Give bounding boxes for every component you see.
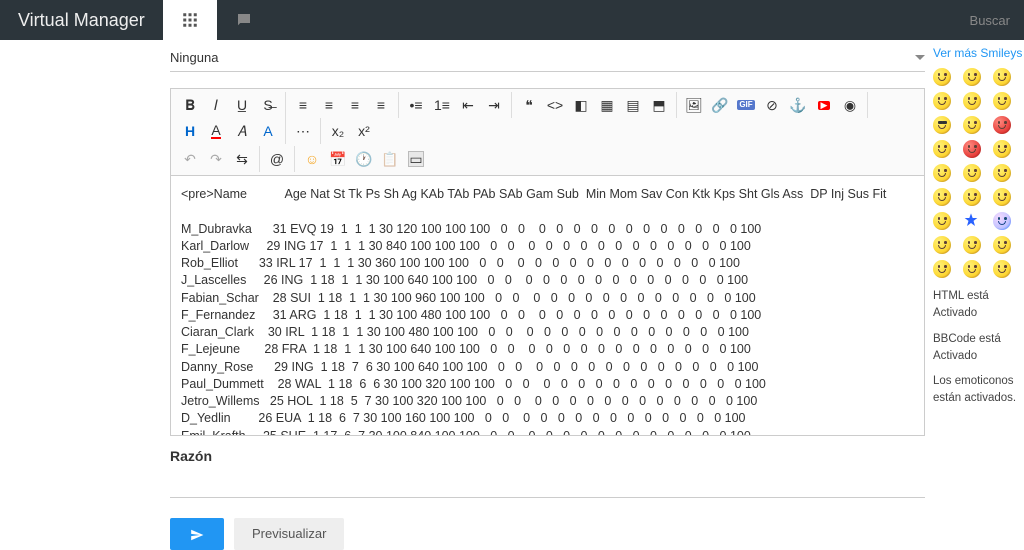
strike-button[interactable]: S̶ xyxy=(256,93,280,117)
preview-button[interactable]: Previsualizar xyxy=(234,518,344,550)
smiley-surprised[interactable] xyxy=(933,92,951,110)
smiley-skull[interactable] xyxy=(933,212,951,230)
smiley-confused[interactable] xyxy=(993,92,1011,110)
date-button[interactable]: 📅 xyxy=(326,147,350,171)
align-right-button[interactable]: ≡ xyxy=(343,93,367,117)
code-button[interactable]: <> xyxy=(543,93,567,117)
emoji-button[interactable]: ☺ xyxy=(300,147,324,171)
align-left-button[interactable]: ≡ xyxy=(291,93,315,117)
heading-button[interactable]: H xyxy=(178,119,202,143)
smiley-bluelaugh[interactable] xyxy=(993,212,1011,230)
smiley-smile[interactable] xyxy=(933,68,951,86)
nav-chat-button[interactable] xyxy=(217,0,271,40)
editor-toolbar: 𝐁𝐼U̲S̶≡≡≡≡•≡1≡⇤⇥❝<>◧▦▤⬒🖼🔗GIF⊘⚓▶◉HA𝐴A⋯x₂x… xyxy=(170,88,925,176)
align-center-button[interactable]: ≡ xyxy=(317,93,341,117)
outdent-button[interactable]: ⇤ xyxy=(456,93,480,117)
category-select-value: Ninguna xyxy=(170,50,218,65)
info-html: HTML está Activado xyxy=(933,288,1024,323)
sup-button[interactable]: x² xyxy=(352,119,376,143)
host-button[interactable]: ⬒ xyxy=(647,93,671,117)
smiley-biggrin[interactable] xyxy=(963,68,981,86)
sub-button[interactable]: x₂ xyxy=(326,119,350,143)
send-icon xyxy=(188,528,206,542)
smiley-green3[interactable] xyxy=(993,236,1011,254)
link-button[interactable]: 🔗 xyxy=(708,93,732,117)
spoiler-button[interactable]: ◧ xyxy=(569,93,593,117)
list-ul-button[interactable]: •≡ xyxy=(404,93,428,117)
paste-button: 📋 xyxy=(378,147,402,171)
smiley-rolleyes[interactable] xyxy=(993,164,1011,182)
align-justify-button[interactable]: ≡ xyxy=(369,93,393,117)
smiley-exclaim[interactable] xyxy=(963,188,981,206)
switchmode-button[interactable]: ⇆ xyxy=(230,147,254,171)
time-button[interactable]: 🕐 xyxy=(352,147,376,171)
reason-input[interactable] xyxy=(170,470,925,498)
smiley-lol[interactable] xyxy=(963,116,981,134)
chevron-down-icon xyxy=(915,55,925,60)
smiley-twisted[interactable] xyxy=(963,164,981,182)
italic-button[interactable]: 𝐼 xyxy=(204,93,228,117)
table-button[interactable]: ▤ xyxy=(621,93,645,117)
fontsize-button[interactable]: 𝐴 xyxy=(230,119,254,143)
underline-button[interactable]: U̲ xyxy=(230,93,254,117)
image-button[interactable]: 🖼 xyxy=(682,93,706,117)
undo-button: ↶ xyxy=(178,147,202,171)
smiley-cry[interactable] xyxy=(993,140,1011,158)
smiley-razz[interactable] xyxy=(933,140,951,158)
submit-button[interactable] xyxy=(170,518,224,550)
smiley-question[interactable] xyxy=(993,188,1011,206)
quote-button[interactable]: ❝ xyxy=(517,93,541,117)
smiley-star[interactable] xyxy=(963,212,981,230)
smiley-mad[interactable] xyxy=(993,116,1011,134)
smiley-green2[interactable] xyxy=(963,236,981,254)
anchor-button[interactable]: ⚓ xyxy=(786,93,810,117)
smiley-wink[interactable] xyxy=(933,188,951,206)
category-select[interactable]: Ninguna xyxy=(170,46,925,72)
smiley-cow[interactable] xyxy=(933,260,951,278)
unlink-button[interactable]: ⊘ xyxy=(760,93,784,117)
smiley-face2[interactable] xyxy=(993,260,1011,278)
info-emoticons: Los emoticonos están activados. xyxy=(933,373,1024,408)
gif-button[interactable]: GIF xyxy=(734,93,758,117)
topbar: Virtual Manager Buscar xyxy=(0,0,1024,40)
smiley-evil[interactable] xyxy=(933,164,951,182)
list-ol-button[interactable]: 1≡ xyxy=(430,93,454,117)
hidden-button[interactable]: ▦ xyxy=(595,93,619,117)
editor-textarea[interactable]: <pre>Name Age Nat St Tk Ps Sh Ag KAb TAb… xyxy=(170,176,925,436)
youtube-button[interactable]: ▶ xyxy=(812,93,836,117)
brand: Virtual Manager xyxy=(0,0,163,40)
smiley-face1[interactable] xyxy=(963,260,981,278)
more-button[interactable]: ⋯ xyxy=(291,119,315,143)
at-button[interactable]: @ xyxy=(265,147,289,171)
smiley-green1[interactable] xyxy=(933,236,951,254)
nav-grid-button[interactable] xyxy=(163,0,217,40)
smiley-cool[interactable] xyxy=(933,116,951,134)
fontface-button[interactable]: A xyxy=(256,119,280,143)
info-bbcode: BBCode está Activado xyxy=(933,331,1024,366)
bold-button[interactable]: 𝐁 xyxy=(178,93,202,117)
fontcolor-button[interactable]: A xyxy=(204,119,228,143)
dailymotion-button[interactable]: ◉ xyxy=(838,93,862,117)
indent-button[interactable]: ⇥ xyxy=(482,93,506,117)
smiley-shocked[interactable] xyxy=(963,92,981,110)
smiley-redface[interactable] xyxy=(963,140,981,158)
sidebar: Ver más Smileys HTML está Activado BBCod… xyxy=(925,46,1024,550)
search-label[interactable]: Buscar xyxy=(970,0,1024,40)
smiley-sad[interactable] xyxy=(993,68,1011,86)
source-button[interactable]: ▭ xyxy=(404,147,428,171)
redo-button: ↷ xyxy=(204,147,228,171)
more-smileys-link[interactable]: Ver más Smileys xyxy=(933,46,1024,60)
reason-label: Razón xyxy=(170,436,925,470)
